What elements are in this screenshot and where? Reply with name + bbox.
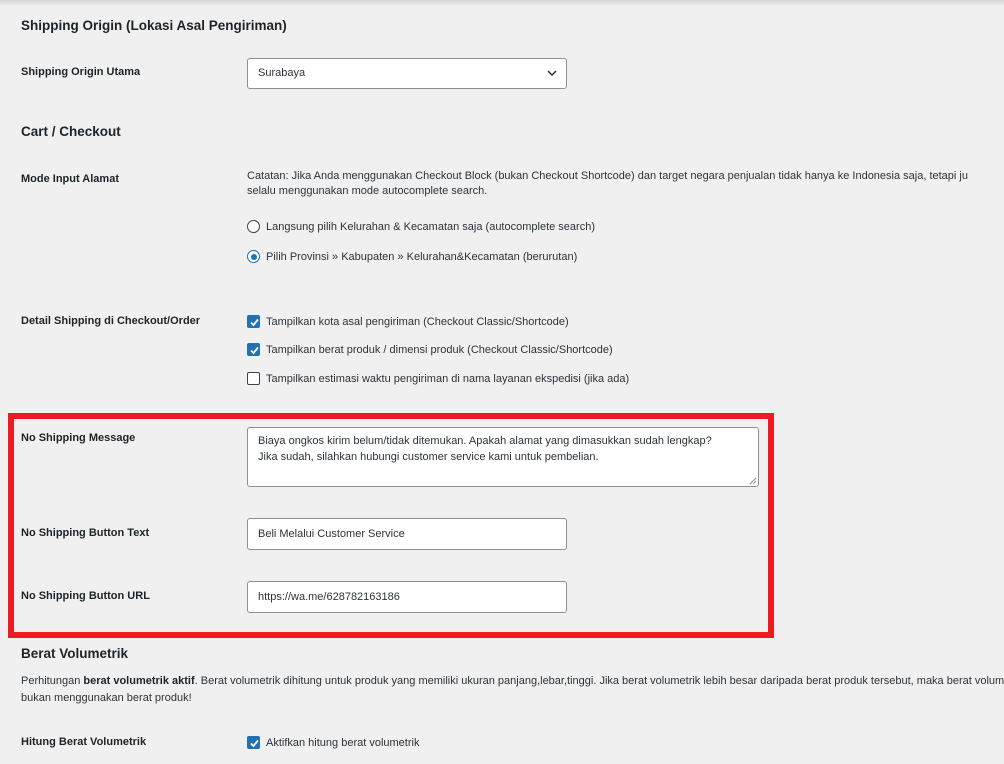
berat-volumetrik-prefix: Perhitungan [21,675,84,687]
checkbox-kota-asal-label[interactable]: Tampilkan kota asal pengiriman (Checkout… [266,316,569,328]
shipping-origin-select[interactable]: Surabaya [247,58,567,89]
radio-autocomplete-label[interactable]: Langsung pilih Kelurahan & Kecamatan saj… [266,221,595,233]
mode-input-note-line1: Catatan: Jika Anda menggunakan Checkout … [247,170,968,182]
checkbox-hitung-volumetrik-label[interactable]: Aktifkan hitung berat volumetrik [266,737,419,749]
checkbox-berat-dimensi-label[interactable]: Tampilkan berat produk / dimensi produk … [266,344,613,356]
radio-berurutan-label[interactable]: Pilih Provinsi » Kabupaten » Kelurahan&K… [266,251,577,263]
checkbox-kota-asal[interactable] [247,315,260,328]
berat-volumetrik-desc-line1: Perhitungan berat volumetrik aktif. Bera… [21,673,1004,690]
highlight-box [8,413,774,638]
shipping-origin-label: Shipping Origin Utama [21,66,141,78]
mode-input-note-line2: selalu menggunakan mode autocomplete sea… [247,185,488,197]
section-title-cart-checkout: Cart / Checkout [21,124,121,139]
check-icon [250,739,259,748]
check-icon [250,318,259,327]
radio-autocomplete[interactable] [247,220,260,233]
berat-volumetrik-description: Perhitungan berat volumetrik aktif. Bera… [21,673,1004,707]
checkbox-hitung-volumetrik[interactable] [247,736,260,749]
detail-shipping-label: Detail Shipping di Checkout/Order [21,315,201,327]
berat-volumetrik-rest: . Berat volumetrik dihitung untuk produk… [194,675,1004,687]
section-title-berat-volumetrik: Berat Volumetrik [21,646,129,661]
berat-volumetrik-desc-line2: bukan menggunakan berat produk! [21,692,192,704]
checkbox-berat-dimensi[interactable] [247,343,260,356]
shipping-origin-value: Surabaya [258,67,306,79]
mode-input-label: Mode Input Alamat [21,173,119,185]
berat-volumetrik-bold: berat volumetrik aktif [83,675,195,687]
checkbox-estimasi-waktu[interactable] [247,372,260,385]
mode-input-note: Catatan: Jika Anda menggunakan Checkout … [247,169,1004,199]
check-icon [250,346,259,355]
top-shadow [0,0,1004,6]
section-title-shipping-origin: Shipping Origin (Lokasi Asal Pengiriman) [21,18,287,33]
checkbox-estimasi-waktu-label[interactable]: Tampilkan estimasi waktu pengiriman di n… [266,373,629,385]
radio-berurutan[interactable] [247,250,260,263]
hitung-berat-volumetrik-label: Hitung Berat Volumetrik [21,736,147,748]
chevron-down-icon [547,70,557,77]
